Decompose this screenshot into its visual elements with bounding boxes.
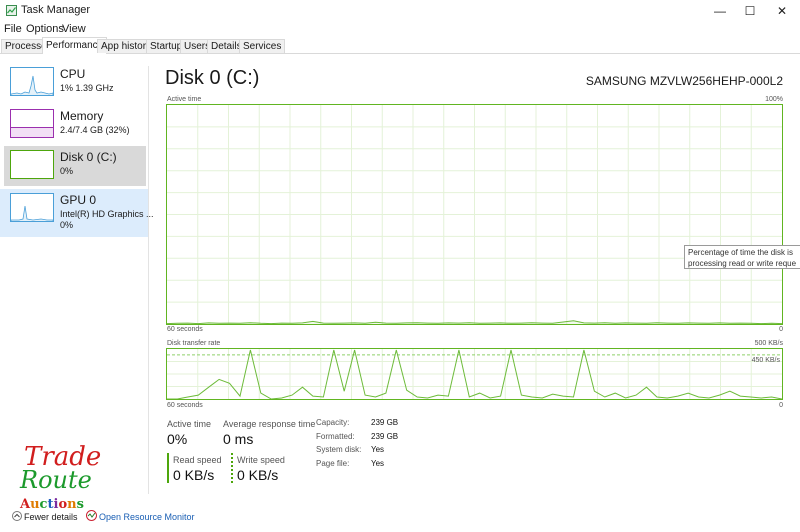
active-time-graph-svg [166, 105, 783, 325]
menu-file[interactable]: File [4, 23, 22, 35]
sidebar-gpu-model: Intel(R) HD Graphics ... [60, 209, 154, 219]
system-disk-label: System disk: [316, 445, 362, 454]
read-speed-label: Read speed [173, 455, 222, 465]
task-manager-icon [6, 5, 17, 16]
open-resource-monitor-link[interactable]: Open Resource Monitor [99, 512, 195, 522]
chevron-up-icon[interactable] [12, 511, 22, 521]
watermark-auctions: Auctions [20, 497, 84, 512]
watermark-auctions-text: Auctions [20, 497, 84, 512]
menu-bar [0, 22, 800, 38]
sidebar-item-disk[interactable]: Disk 0 (C:) 0% [4, 146, 146, 186]
disk-model: SAMSUNG MZVLW256HEHP-000L2 [585, 74, 783, 88]
sidebar-memory-usage: 2.4/7.4 GB (32%) [60, 125, 130, 135]
tooltip-line-2: processing read or write reque [688, 259, 797, 268]
active-time-graph-duration: 60 seconds [167, 326, 203, 333]
system-disk-value: Yes [371, 445, 385, 454]
active-time-graph[interactable] [166, 104, 783, 325]
sidebar-gpu-usage: 0% [60, 220, 74, 230]
memory-thumbnail-fill [11, 127, 53, 137]
transfer-rate-graph-min: 0 [779, 402, 783, 409]
active-time-graph-max: 100% [765, 96, 783, 103]
menu-view[interactable]: View [62, 23, 86, 35]
read-speed-indicator [167, 453, 169, 483]
fewer-details-link[interactable]: Fewer details [24, 512, 78, 522]
write-speed-indicator [231, 453, 233, 483]
transfer-rate-graph-max: 500 KB/s [754, 340, 783, 347]
sidebar-divider [148, 66, 149, 494]
sidebar-item-gpu[interactable]: GPU 0 Intel(R) HD Graphics ... 0% [0, 189, 154, 237]
sidebar-memory-name: Memory [60, 109, 104, 123]
active-time-tooltip: Percentage of time the disk is processin… [684, 245, 800, 269]
page-title: Disk 0 (C:) [165, 67, 260, 89]
read-speed-value: 0 KB/s [173, 467, 215, 483]
sidebar-item-memory[interactable]: Memory 2.4/7.4 GB (32%) [4, 105, 146, 145]
resource-monitor-icon [86, 510, 97, 521]
close-button[interactable]: ✕ [766, 0, 798, 22]
active-time-graph-min: 0 [779, 326, 783, 333]
maximize-button[interactable]: ☐ [734, 0, 766, 22]
transfer-rate-graph[interactable] [166, 348, 783, 400]
active-time-value: 0% [167, 431, 188, 447]
avg-response-label: Average response time [223, 419, 316, 429]
transfer-rate-graph-mid: 450 KB/s [751, 357, 780, 364]
sidebar-item-cpu[interactable]: CPU 1% 1.39 GHz [4, 63, 146, 103]
page-file-value: Yes [371, 459, 385, 468]
minimize-button[interactable]: — [704, 0, 736, 22]
transfer-rate-graph-label: Disk transfer rate [167, 340, 221, 347]
watermark-route: Route [20, 466, 92, 494]
write-speed-value: 0 KB/s [237, 467, 279, 483]
page-file-label: Page file: [316, 459, 350, 468]
gpu-thumbnail [10, 193, 54, 222]
cpu-thumbnail [10, 67, 54, 96]
title-bar[interactable] [0, 0, 800, 22]
memory-thumbnail [10, 109, 54, 138]
active-time-label: Active time [167, 419, 212, 429]
sidebar-cpu-name: CPU [60, 67, 86, 81]
avg-response-value: 0 ms [223, 431, 254, 447]
write-speed-label: Write speed [237, 455, 285, 465]
formatted-label: Formatted: [316, 432, 355, 441]
sidebar-gpu-name: GPU 0 [60, 193, 97, 207]
window-title: Task Manager [21, 4, 91, 16]
tooltip-line-1: Percentage of time the disk is [688, 248, 793, 257]
transfer-rate-graph-svg [167, 349, 783, 400]
sidebar-cpu-usage: 1% 1.39 GHz [60, 83, 114, 93]
disk-thumbnail [10, 150, 54, 179]
capacity-label: Capacity: [316, 418, 350, 427]
transfer-rate-graph-duration: 60 seconds [167, 402, 203, 409]
menu-options[interactable]: Options [26, 23, 64, 35]
formatted-value: 239 GB [371, 432, 399, 441]
cpu-thumbnail-chart [10, 75, 54, 95]
sidebar-disk-usage: 0% [60, 166, 74, 176]
gpu-thumbnail-chart [10, 205, 54, 221]
capacity-value: 239 GB [371, 418, 399, 427]
active-time-graph-label: Active time [167, 96, 202, 103]
tab-services[interactable]: Services [239, 39, 286, 53]
sidebar-disk-name: Disk 0 (C:) [60, 150, 117, 164]
